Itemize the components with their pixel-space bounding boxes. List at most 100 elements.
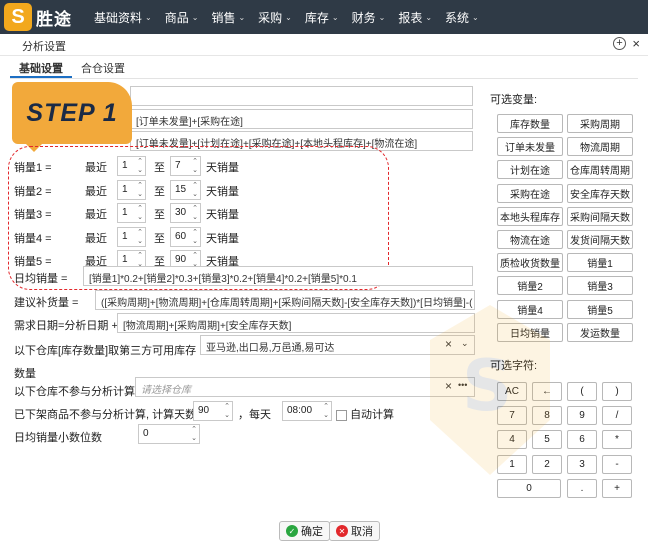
sales-from-input[interactable]: 1 ⌃ ⌄ <box>117 226 146 247</box>
sales-from-input[interactable]: 1 ⌃ ⌄ <box>117 203 146 223</box>
nav-item-6[interactable]: 报表 ⌄ <box>398 9 432 26</box>
nav-item-label: 库存 <box>304 10 329 25</box>
char-button[interactable]: . <box>567 478 597 498</box>
variable-button[interactable]: 质检收货数量 <box>497 253 563 273</box>
sales-to-input[interactable]: 7 ⌃ ⌄ <box>170 156 201 176</box>
decimal-input[interactable]: 0 ⌃ ⌄ <box>138 424 200 444</box>
suggest-input[interactable]: ([采购周期]+[物流周期]+[仓库周转周期]+[采购间隔天数]-[安全库存天数… <box>95 290 475 310</box>
tab-basic-settings[interactable]: 基础设置 <box>10 58 72 78</box>
chevron-down-icon[interactable]: ⌄ <box>461 338 469 349</box>
demand-input[interactable]: [物流周期]+[采购周期]+[安全库存天数] <box>117 313 475 333</box>
stepper-arrows-icon[interactable]: ⌃ ⌄ <box>137 181 143 199</box>
variable-button[interactable]: 计划在途 <box>497 160 563 180</box>
char-button[interactable]: 7 <box>497 406 527 426</box>
char-button[interactable]: - <box>602 454 632 474</box>
stepper-arrows-icon[interactable]: ⌃ ⌄ <box>137 157 143 175</box>
formula-input-0[interactable] <box>130 86 473 106</box>
sales-label: 销量2 = <box>14 185 52 198</box>
auto-calc-checkbox[interactable] <box>336 409 347 421</box>
ok-button[interactable]: ✓ 确定 <box>279 521 330 541</box>
sales-to-label: 至 <box>154 185 165 198</box>
variable-button[interactable]: 销量2 <box>497 276 563 296</box>
variable-button[interactable]: 发货间隔天数 <box>567 230 633 249</box>
formula-input-1[interactable]: [订单未发量]+[采购在途] <box>130 109 473 129</box>
nav-item-7[interactable]: 系统 ⌄ <box>445 9 479 26</box>
char-button[interactable]: 3 <box>567 454 597 474</box>
char-button[interactable]: / <box>602 406 632 426</box>
variable-button[interactable]: 日均销量 <box>497 322 563 342</box>
tab-warehouse-merge-settings[interactable]: 合仓设置 <box>72 58 134 78</box>
more-icon[interactable]: ••• <box>458 380 467 390</box>
stepper-arrows-icon[interactable]: ⌃ ⌄ <box>192 157 198 175</box>
variable-button[interactable]: 仓库周转周期 <box>567 160 633 180</box>
char-button[interactable]: 0 <box>497 478 561 498</box>
char-button[interactable]: 4 <box>497 430 527 450</box>
variable-button[interactable]: 订单未发量 <box>497 137 563 157</box>
app-logo: S 胜途 <box>4 3 94 31</box>
stepper-arrows-icon[interactable]: ⌃ ⌄ <box>192 181 198 199</box>
variable-button[interactable]: 销量1 <box>567 253 633 273</box>
sales-to-value: 60 <box>175 230 187 242</box>
nav-item-0[interactable]: 基础资料 ⌄ <box>94 9 152 26</box>
nav-item-5[interactable]: 财务 ⌄ <box>352 9 386 26</box>
chars-title: 可选字符: <box>490 360 538 372</box>
char-button[interactable]: AC <box>497 382 527 401</box>
sales-to-input[interactable]: 15 ⌃ ⌄ <box>170 179 201 200</box>
stepper-arrows-icon[interactable]: ⌃ ⌄ <box>137 228 143 246</box>
char-button[interactable]: 1 <box>497 454 527 474</box>
cancel-button[interactable]: ✕ 取消 <box>329 521 380 541</box>
stepper-arrows-icon[interactable]: ⌃ ⌄ <box>191 425 197 443</box>
removed-time-input[interactable]: 08:00 ⌃ ⌄ <box>282 401 332 421</box>
char-button[interactable]: 2 <box>532 454 562 474</box>
removed-comma-label: ，每天 <box>238 409 271 421</box>
char-button[interactable]: ← <box>532 382 562 401</box>
sales-to-input[interactable]: 30 ⌃ ⌄ <box>170 203 201 223</box>
variable-button[interactable]: 销量5 <box>567 299 633 319</box>
char-button[interactable]: * <box>602 430 632 450</box>
stepper-arrows-icon[interactable]: ⌃ ⌄ <box>224 402 230 420</box>
third-party-select[interactable]: 亚马逊,出口易,万邑通,易可达 <box>200 335 475 355</box>
char-button[interactable]: 6 <box>567 430 597 450</box>
nav-item-3[interactable]: 采购 ⌄ <box>258 9 292 26</box>
stepper-arrows-icon[interactable]: ⌃ ⌄ <box>192 228 198 246</box>
variable-button[interactable]: 安全库存天数 <box>567 183 633 203</box>
decimal-value: 0 <box>143 428 149 439</box>
char-button[interactable]: + <box>602 478 632 498</box>
pin-icon[interactable]: + <box>613 37 626 50</box>
sales-from-input[interactable]: 1 ⌃ ⌄ <box>117 179 146 200</box>
char-button[interactable]: 9 <box>567 406 597 426</box>
exclude-select[interactable]: 请选择仓库 <box>135 377 475 397</box>
variable-button[interactable]: 采购间隔天数 <box>567 206 633 226</box>
close-icon[interactable]: × <box>632 36 640 51</box>
daily-avg-input[interactable]: [销量1]*0.2+[销量2]*0.3+[销量3]*0.2+[销量4]*0.2+… <box>83 266 473 286</box>
daily-avg-label: 日均销量 = <box>14 273 68 285</box>
nav-item-label: 商品 <box>164 10 189 25</box>
variable-button[interactable]: 本地头程库存 <box>497 206 563 226</box>
char-button[interactable]: ) <box>602 382 632 401</box>
nav-item-4[interactable]: 库存 ⌄ <box>305 9 339 26</box>
variable-button[interactable]: 库存数量 <box>497 114 563 133</box>
sales-to-value: 30 <box>175 207 187 218</box>
stepper-arrows-icon[interactable]: ⌃ ⌄ <box>323 402 329 420</box>
stepper-arrows-icon[interactable]: ⌃ ⌄ <box>137 204 143 222</box>
variable-button[interactable]: 销量3 <box>567 276 633 296</box>
char-button[interactable]: 5 <box>532 430 562 450</box>
variable-button[interactable]: 销量4 <box>497 299 563 319</box>
nav-item-1[interactable]: 商品 ⌄ <box>165 9 199 26</box>
sales-from-input[interactable]: 1 ⌃ ⌄ <box>117 156 146 176</box>
clear-icon[interactable]: × <box>445 379 452 393</box>
char-button[interactable]: ( <box>567 382 597 401</box>
nav-item-2[interactable]: 销售 ⌄ <box>211 9 245 26</box>
variable-button[interactable]: 物流周期 <box>567 137 633 157</box>
auto-calc-text: 自动计算 <box>350 409 395 421</box>
removed-days-input[interactable]: 90 ⌃ ⌄ <box>193 401 233 421</box>
char-button[interactable]: 8 <box>532 406 562 426</box>
clear-icon[interactable]: × <box>445 337 452 351</box>
variable-button[interactable]: 发运数量 <box>567 322 633 342</box>
stepper-arrows-icon[interactable]: ⌃ ⌄ <box>192 204 198 222</box>
sales-to-input[interactable]: 60 ⌃ ⌄ <box>170 226 201 247</box>
variable-button[interactable]: 物流在途 <box>497 230 563 249</box>
variable-button[interactable]: 采购在途 <box>497 183 563 203</box>
auto-calc-label[interactable]: 自动计算 <box>336 406 394 422</box>
variable-button[interactable]: 采购周期 <box>567 114 633 133</box>
